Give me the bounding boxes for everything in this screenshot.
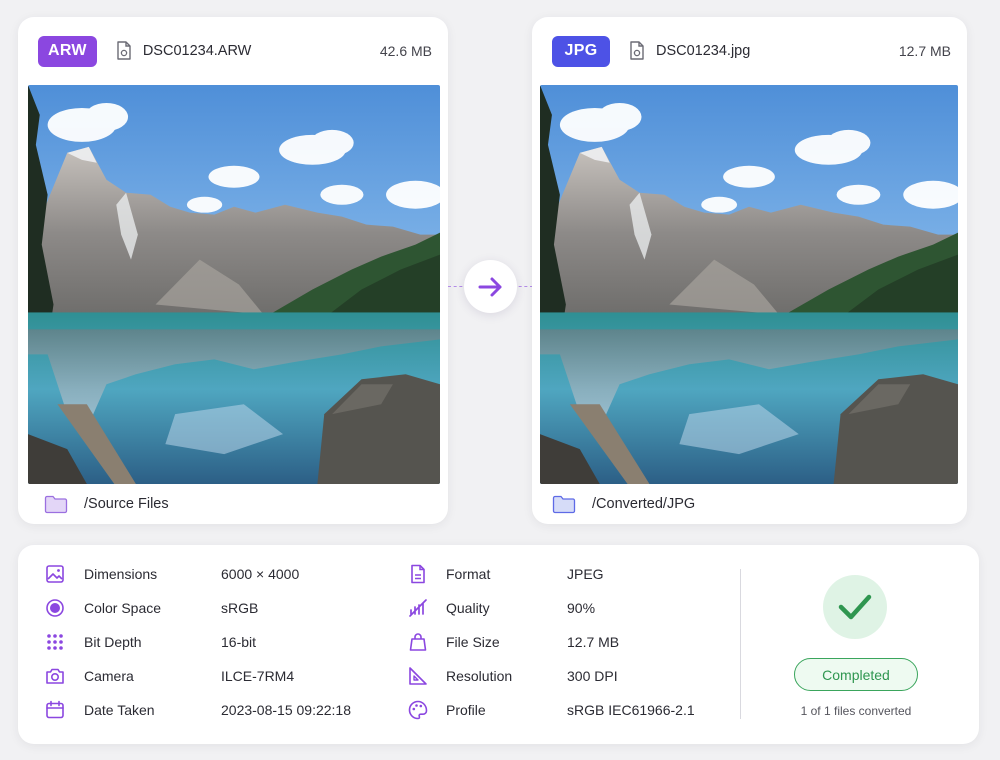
target-file-size: 12.7 MB — [898, 43, 951, 59]
detail-value: sRGB IEC61966-2.1 — [567, 702, 695, 718]
resolution-icon — [409, 667, 427, 685]
detail-value: 2023-08-15 09:22:18 — [221, 702, 351, 718]
source-file-size: 42.6 MB — [379, 43, 432, 59]
arrow-right-icon — [478, 277, 501, 296]
detail-value: JPEG — [567, 566, 604, 582]
detail-value: sRGB — [221, 600, 259, 616]
color-space-icon — [46, 599, 64, 617]
target-folder-path: /Converted/JPG — [592, 496, 696, 512]
status-badge: Completed — [794, 658, 918, 691]
detail-value: 6000 × 4000 — [221, 566, 300, 582]
source-file-name: DSC01234.ARW — [142, 43, 252, 59]
detail-value: 300 DPI — [567, 668, 618, 684]
camera-icon — [46, 668, 64, 684]
detail-value: 90% — [567, 600, 596, 616]
detail-label: Date Taken — [84, 702, 155, 718]
detail-value: 16-bit — [221, 634, 257, 650]
conversion-details-card: Dimensions 6000 × 4000 Color Space sRGB … — [18, 545, 979, 744]
detail-label: Resolution — [446, 668, 513, 684]
folder-icon — [552, 495, 576, 513]
image-icon — [46, 565, 64, 583]
target-file-card: JPG DSC01234.jpg 12.7 MB /Converted/JPG — [532, 17, 967, 524]
detail-label: Camera — [84, 668, 134, 684]
calendar-icon — [46, 700, 64, 719]
palette-icon — [408, 700, 428, 720]
checkmark-icon — [838, 594, 872, 620]
target-preview-image — [540, 85, 958, 484]
source-header: ARW DSC01234.ARW 42.6 MB — [18, 17, 448, 85]
source-preview-image — [28, 85, 440, 484]
detail-value: ILCE-7RM4 — [221, 668, 295, 684]
target-header: JPG DSC01234.jpg 12.7 MB — [532, 17, 967, 85]
file-size-icon — [409, 633, 427, 651]
detail-label: Dimensions — [84, 566, 158, 582]
detail-value: 12.7 MB — [567, 634, 620, 650]
bit-depth-icon — [47, 634, 63, 650]
source-file-card: ARW DSC01234.ARW 42.6 MB /Source Files — [18, 17, 448, 524]
convert-arrow-button[interactable] — [464, 260, 517, 313]
detail-label: Profile — [446, 702, 486, 718]
conversion-summary: 1 of 1 files converted — [800, 704, 912, 718]
detail-label: Quality — [446, 600, 490, 616]
status-indicator — [823, 575, 887, 639]
source-folder-path: /Source Files — [84, 496, 169, 512]
detail-label: File Size — [446, 634, 500, 650]
source-format-badge: ARW — [38, 35, 97, 67]
format-icon — [411, 564, 425, 584]
detail-label: Bit Depth — [84, 634, 142, 650]
source-folder-link[interactable]: /Source Files — [18, 484, 448, 524]
target-file-name: DSC01234.jpg — [656, 43, 751, 59]
quality-icon — [409, 599, 427, 617]
folder-icon — [44, 495, 68, 513]
target-folder-link[interactable]: /Converted/JPG — [532, 484, 967, 524]
vertical-divider — [740, 569, 741, 719]
detail-label: Color Space — [84, 600, 162, 616]
target-format-badge: JPG — [552, 35, 610, 67]
file-icon — [630, 41, 644, 60]
detail-label: Format — [446, 566, 491, 582]
file-icon — [117, 41, 131, 60]
